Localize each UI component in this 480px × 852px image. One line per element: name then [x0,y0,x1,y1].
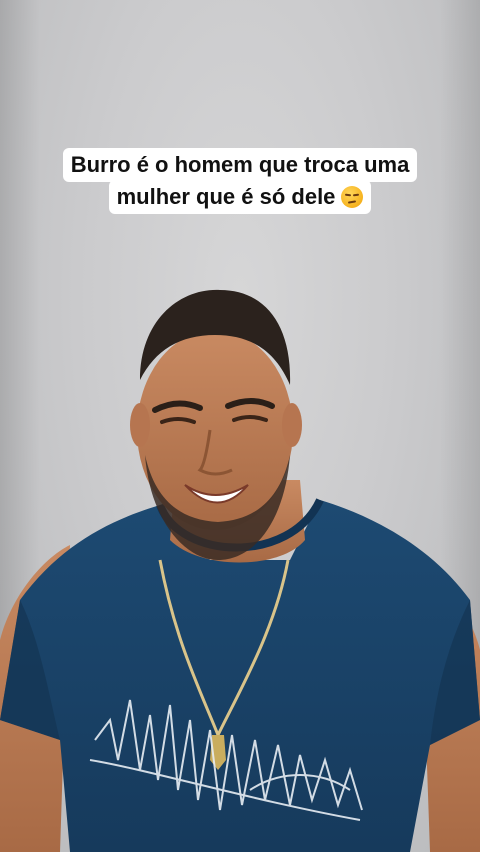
video-frame: Burro é o homem que troca uma mulher que… [0,0,480,852]
unamused-face-icon [341,186,364,208]
caption-overlay: Burro é o homem que troca uma mulher que… [0,148,480,214]
person-illustration [0,289,480,852]
caption-line-2: mulher que é só dele [108,180,372,214]
caption-line-1: Burro é o homem que troca uma [62,148,418,182]
caption-text-2: mulher que é só dele [116,184,336,209]
caption-text-1: Burro é o homem que troca uma [70,152,410,177]
